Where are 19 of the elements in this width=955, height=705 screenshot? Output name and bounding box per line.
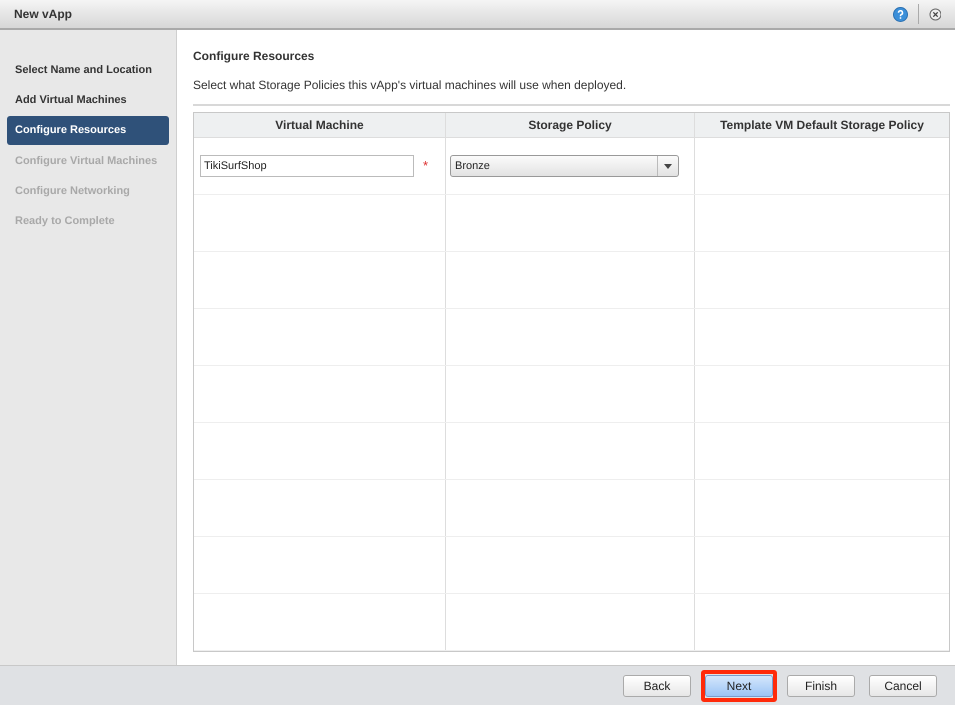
section-description: Select what Storage Policies this vApp's virtual machines will use when deployed. (193, 76, 950, 106)
storage-policy-dropdown[interactable]: Bronze (450, 155, 679, 177)
wizard-button[interactable]: Back (623, 674, 691, 696)
window-title: New vApp (14, 6, 72, 23)
close-icon[interactable] (929, 8, 941, 20)
vm-name-field[interactable]: TikiSurfShop (200, 155, 414, 177)
wizard-button[interactable]: Next (705, 674, 773, 696)
section-heading: Configure Resources (193, 48, 316, 65)
caret-icon (664, 164, 672, 168)
column-header: Storage Policy (528, 117, 612, 134)
wizard-step[interactable]: Select Name and Location (7, 56, 169, 84)
wizard-button[interactable]: Cancel (869, 674, 937, 696)
wizard-button[interactable]: Finish (787, 674, 855, 696)
column-header: Virtual Machine (275, 117, 364, 134)
wizard-step[interactable]: Configure Resources (7, 116, 169, 145)
required-mark: * (423, 157, 428, 176)
help-icon[interactable] (893, 6, 908, 22)
wizard-step[interactable]: Add Virtual Machines (7, 86, 169, 114)
column-header: Template VM Default Storage Policy (720, 117, 924, 134)
